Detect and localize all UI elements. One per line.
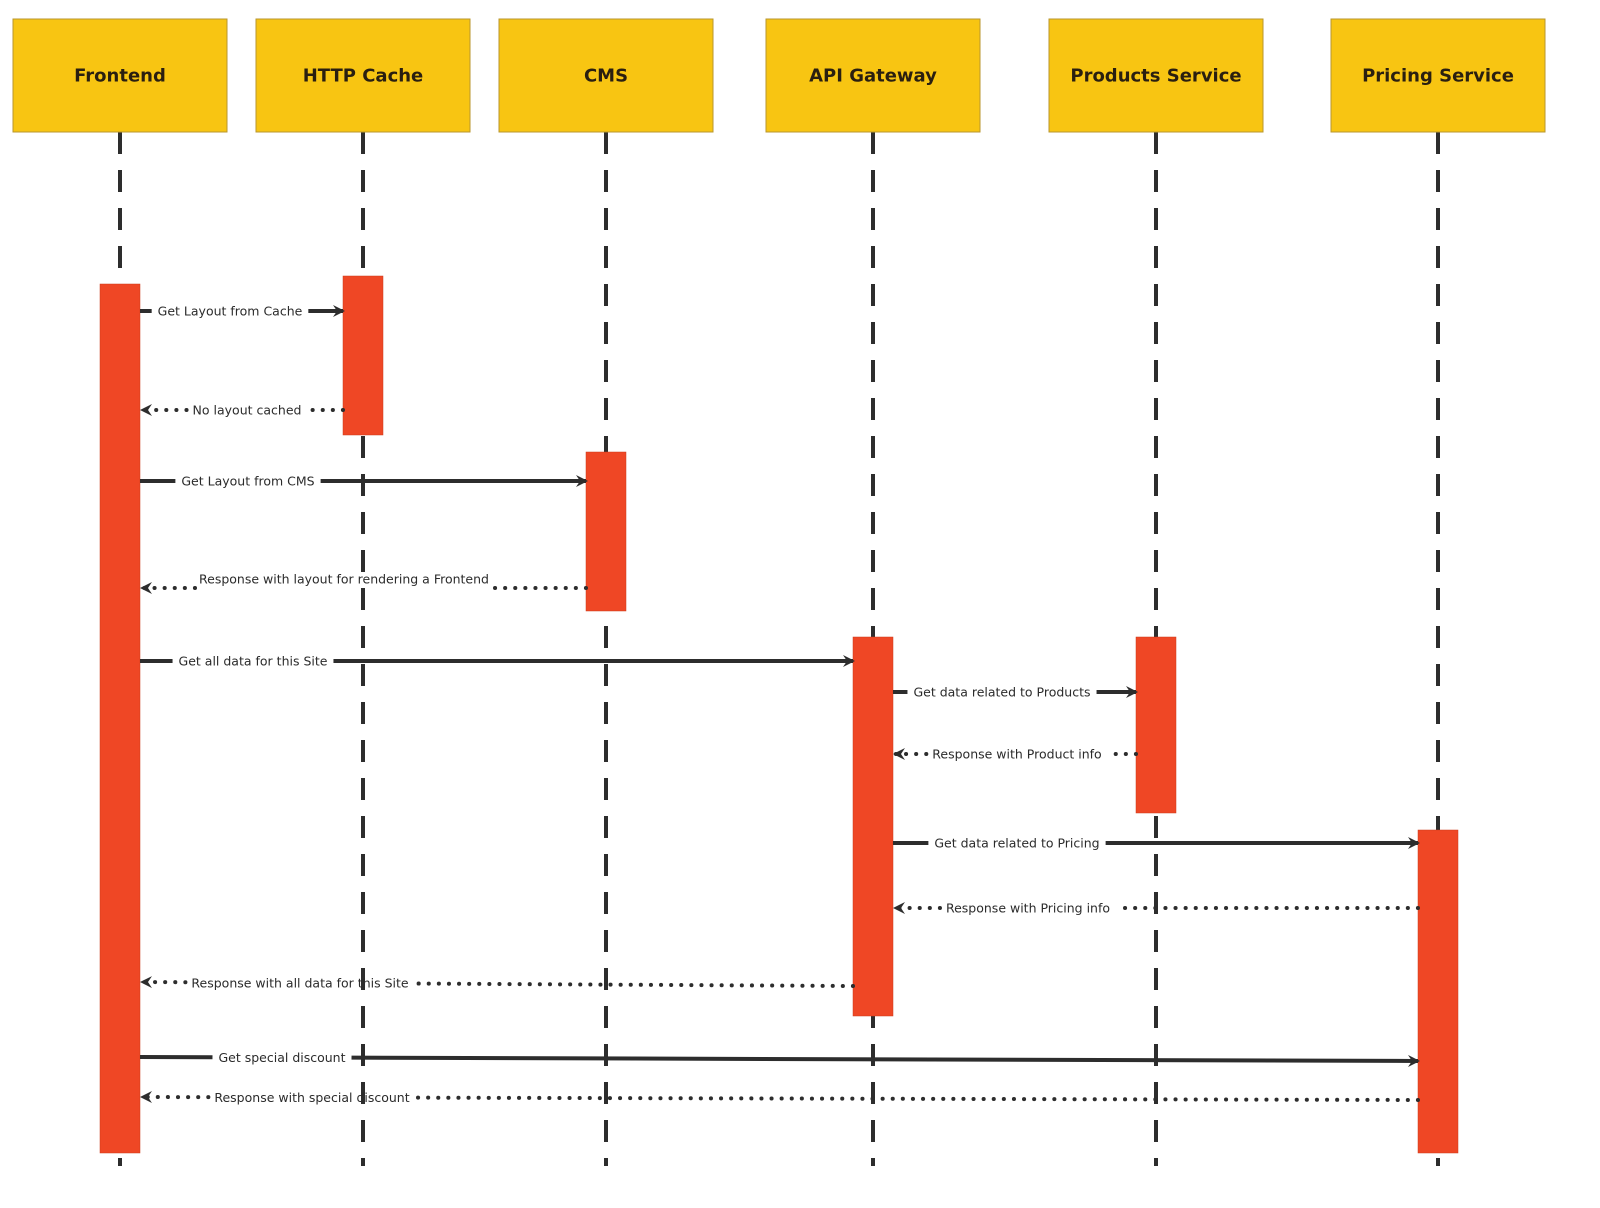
- message-return[interactable]: Response with all data for this Site: [140, 975, 855, 990]
- participant-http-cache[interactable]: HTTP Cache: [255, 18, 471, 133]
- message-return[interactable]: Response with layout for rendering a Fro…: [140, 572, 588, 594]
- message-label: Response with all data for this Site: [191, 975, 408, 990]
- message-label: Get all data for this Site: [179, 654, 328, 669]
- message-label: Response with Pricing info: [946, 901, 1110, 916]
- participant-label: HTTP Cache: [303, 66, 424, 87]
- message-arrow: [351, 1054, 1420, 1067]
- activation-bar-cms: [585, 451, 627, 612]
- message-label: Get Layout from Cache: [158, 304, 303, 319]
- message-return[interactable]: No layout cached: [140, 403, 345, 418]
- message-call[interactable]: Get Layout from Cache: [140, 304, 345, 319]
- participant-api-gateway[interactable]: API Gateway: [765, 18, 981, 133]
- activation-bar-api-gateway: [852, 636, 894, 1017]
- participant-pricing-service[interactable]: Pricing Service: [1330, 18, 1546, 133]
- activation-bar-http-cache: [342, 275, 384, 436]
- message-return[interactable]: Response with special discount: [140, 1090, 1420, 1105]
- sequence-diagram: Frontend HTTP Cache CMS API Gateway Products…: [12, 18, 1546, 1166]
- message-label: Get data related to Pricing: [934, 836, 1099, 851]
- message-label: Response with layout for rendering a Fro…: [199, 572, 489, 587]
- participant-label: Frontend: [74, 66, 166, 87]
- message-label: Response with Product info: [932, 747, 1101, 762]
- message-label: No layout cached: [193, 403, 302, 418]
- message-line: [413, 1095, 1420, 1102]
- participant-label: Products Service: [1070, 66, 1241, 87]
- participant-frontend[interactable]: Frontend: [12, 18, 228, 133]
- activation-bar-products-service: [1135, 636, 1177, 814]
- participant-label: API Gateway: [809, 66, 937, 87]
- participant-label: Pricing Service: [1362, 66, 1514, 87]
- participant-cms[interactable]: CMS: [498, 18, 714, 133]
- participant-products-service[interactable]: Products Service: [1048, 18, 1264, 133]
- message-call[interactable]: Get all data for this Site: [140, 654, 855, 669]
- message-label: Get Layout from CMS: [181, 474, 314, 489]
- message-label: Get data related to Products: [913, 685, 1090, 700]
- message-line: [412, 981, 855, 988]
- participant-label: CMS: [584, 66, 628, 87]
- message-label: Response with special discount: [214, 1090, 409, 1105]
- activation-bar-frontend: [99, 283, 141, 1154]
- message-return[interactable]: Response with Product info: [893, 747, 1138, 762]
- activation-bar-pricing-service: [1417, 829, 1459, 1154]
- message-call[interactable]: Get special discount: [139, 1050, 1420, 1067]
- message-call[interactable]: Get data related to Products: [893, 685, 1138, 700]
- message-label: Get special discount: [218, 1050, 345, 1065]
